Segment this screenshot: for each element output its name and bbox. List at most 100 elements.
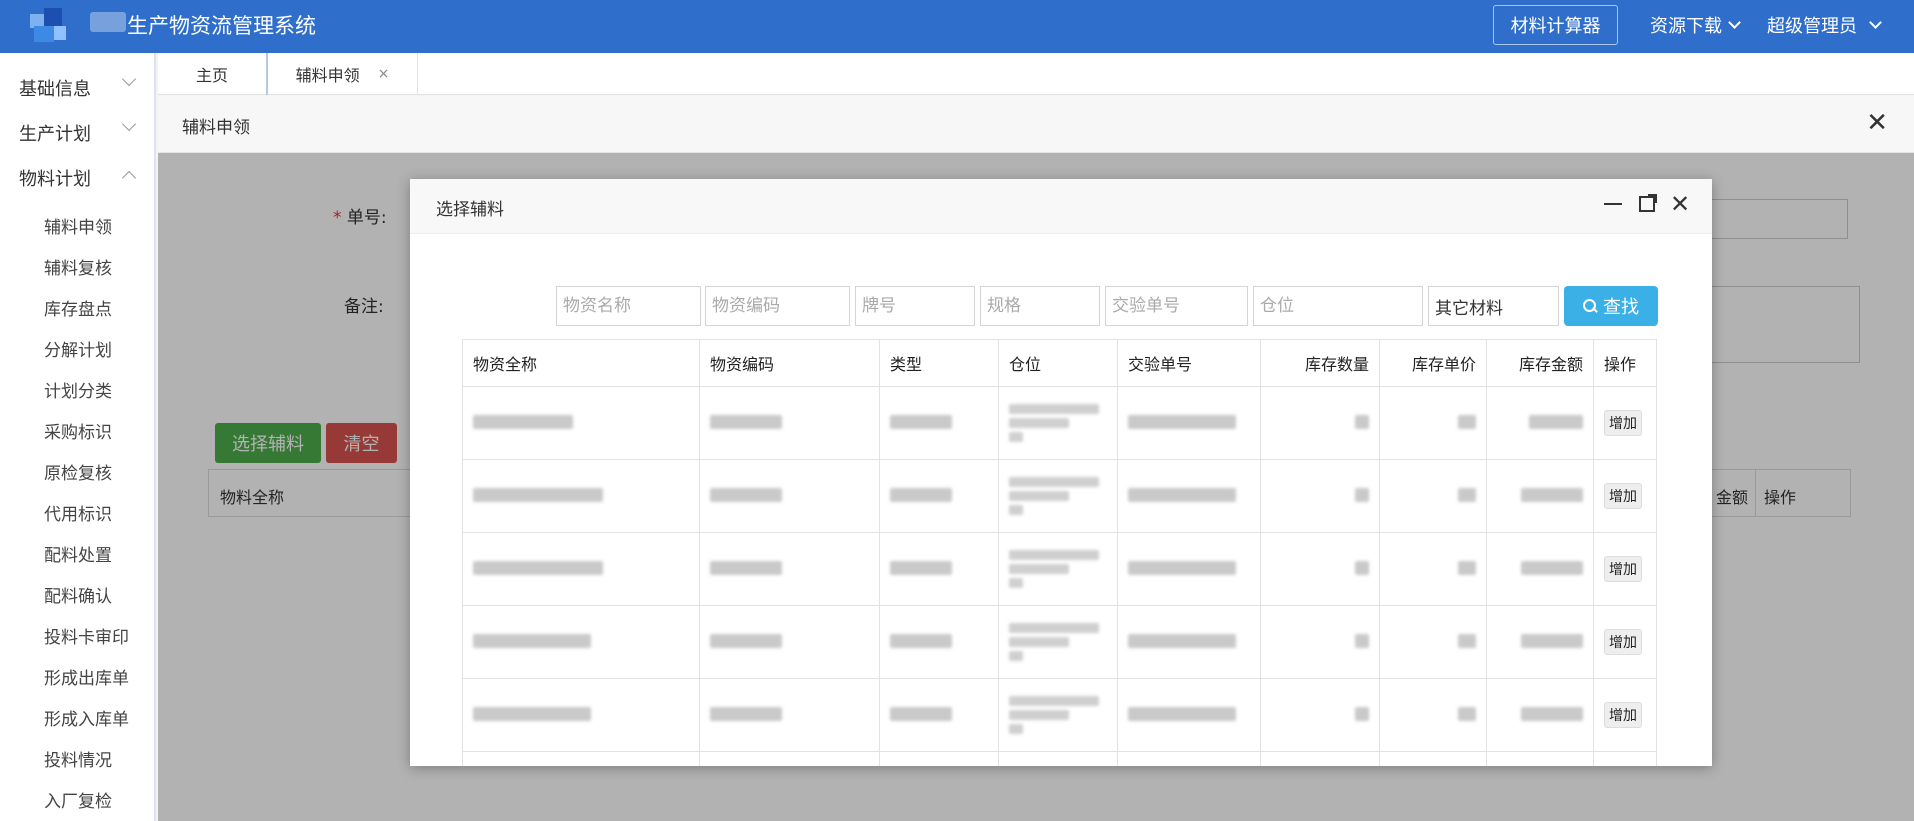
sidebar-item[interactable]: 形成出库单	[44, 664, 129, 689]
spec-input[interactable]	[980, 286, 1100, 326]
add-button[interactable]: 增加	[1604, 556, 1642, 582]
sidebar-item[interactable]: 投料卡审印	[44, 623, 129, 648]
inspection-no-input[interactable]	[1105, 286, 1248, 326]
dialog-title: 选择辅料	[436, 200, 504, 220]
table-row[interactable]: 增加	[462, 678, 1657, 752]
sidebar-group-label: 基础信息	[19, 79, 91, 100]
table-row[interactable]: 增加	[462, 386, 1657, 460]
redacted-cell	[1458, 487, 1476, 502]
tab-bar: 主页 辅料申领 ×	[158, 53, 1914, 95]
add-button[interactable]: 增加	[1604, 629, 1642, 655]
redacted-cell	[1529, 414, 1583, 429]
add-button[interactable]: 增加	[1604, 483, 1642, 509]
sidebar-item[interactable]: 入厂复检	[44, 787, 112, 812]
redacted-cell	[890, 414, 952, 429]
redacted-cell	[710, 487, 782, 502]
column-header: 物资全称	[462, 339, 700, 387]
logo	[24, 4, 72, 46]
redacted-cell	[1521, 633, 1583, 648]
column-header: 库存金额	[1486, 339, 1594, 387]
close-icon[interactable]: ✕	[1866, 108, 1888, 138]
redacted-cell	[473, 633, 591, 648]
redacted-cell	[1521, 706, 1583, 721]
resources-menu-label: 资源下载	[1650, 16, 1722, 37]
redacted-cell	[1458, 560, 1476, 575]
add-button[interactable]: 增加	[1604, 702, 1642, 728]
table-row[interactable]: 增加	[462, 605, 1657, 679]
close-icon[interactable]: ×	[378, 66, 390, 82]
redacted-cell	[1355, 560, 1369, 575]
redacted-cell	[473, 560, 603, 575]
redacted-cell	[890, 706, 952, 721]
grade-input[interactable]	[855, 286, 975, 326]
material-name-input[interactable]	[556, 286, 701, 326]
chevron-down-icon	[1728, 16, 1741, 29]
sidebar-item[interactable]: 配料确认	[44, 582, 112, 607]
close-icon[interactable]: ✕	[1667, 189, 1693, 219]
column-header: 物资编码	[699, 339, 880, 387]
add-button[interactable]: 增加	[1604, 410, 1642, 436]
dialog-header: 选择辅料 ✕	[410, 179, 1712, 234]
tab-material-request[interactable]: 辅料申领 ×	[268, 53, 418, 95]
sidebar-item[interactable]: 计划分类	[44, 377, 112, 402]
sidebar-item[interactable]: 原检复核	[44, 459, 112, 484]
sidebar-item[interactable]: 配料处置	[44, 541, 112, 566]
sidebar-item[interactable]: 形成入库单	[44, 705, 129, 730]
redacted-cell	[710, 633, 782, 648]
sidebar-item[interactable]: 代用标识	[44, 500, 112, 525]
column-header: 库存数量	[1260, 339, 1380, 387]
redacted-cell	[1128, 487, 1236, 502]
sidebar-item[interactable]: 库存盘点	[44, 295, 112, 320]
sidebar-item[interactable]: 分解计划	[44, 336, 112, 361]
tab-label: 辅料申领	[295, 66, 360, 85]
redacted-cell	[1128, 414, 1236, 429]
sidebar-item[interactable]: 辅料复核	[44, 254, 112, 279]
sidebar-item[interactable]: 采购标识	[44, 418, 112, 443]
chevron-down-icon	[1869, 16, 1882, 29]
location-input[interactable]	[1253, 286, 1423, 326]
redacted-cell	[473, 706, 591, 721]
category-select[interactable]	[1428, 286, 1559, 326]
redacted-cell	[1355, 487, 1369, 502]
redacted-cell	[1128, 560, 1236, 575]
table-row[interactable]: 增加	[462, 532, 1657, 606]
redacted-cell	[1458, 706, 1476, 721]
redacted-cell	[1355, 414, 1369, 429]
tab-label: 主页	[195, 66, 228, 85]
tab-home[interactable]: 主页	[158, 53, 268, 95]
search-button-label: 查找	[1603, 297, 1639, 318]
redacted-cell	[1128, 706, 1236, 721]
material-calculator-button[interactable]: 材料计算器	[1493, 5, 1618, 45]
redacted-cell	[890, 560, 952, 575]
search-button[interactable]: 查找	[1564, 286, 1658, 326]
sidebar-item[interactable]: 辅料申领	[44, 213, 112, 238]
redacted-cell	[710, 414, 782, 429]
search-icon	[1583, 299, 1597, 313]
column-header: 类型	[879, 339, 999, 387]
column-header: 交验单号	[1117, 339, 1261, 387]
redacted-cell	[710, 560, 782, 575]
redacted-cell	[1521, 560, 1583, 575]
resources-menu[interactable]: 资源下载	[1650, 12, 1741, 38]
redacted-cell	[1355, 633, 1369, 648]
sidebar-item[interactable]: 投料情况	[44, 746, 112, 771]
user-menu-label: 超级管理员	[1767, 16, 1857, 37]
material-code-input[interactable]	[705, 286, 850, 326]
table-row[interactable]: 增加	[462, 459, 1657, 533]
redacted-cell	[1458, 414, 1476, 429]
redacted-cell	[890, 633, 952, 648]
sidebar: 基础信息 生产计划 物料计划 辅料申领 辅料复核 库存盘点 分解计划 计划分类 …	[0, 53, 156, 821]
redacted-cell	[1128, 633, 1236, 648]
sidebar-group-basic-info[interactable]: 基础信息	[19, 71, 137, 101]
table-row[interactable]	[462, 751, 1657, 766]
sidebar-group-material-plan[interactable]: 物料计划	[19, 165, 137, 191]
sidebar-group-production-plan[interactable]: 生产计划	[19, 116, 137, 146]
column-header: 仓位	[998, 339, 1118, 387]
minimize-icon[interactable]	[1600, 189, 1626, 219]
redacted-logo-text	[90, 12, 126, 32]
maximize-icon[interactable]	[1634, 189, 1660, 219]
select-material-dialog: 选择辅料 ✕ 查找 物资全称 物资编码 类型 仓位 交验单号 库存数量 库存单价…	[410, 179, 1712, 766]
user-menu[interactable]: 超级管理员	[1767, 12, 1882, 38]
column-header: 操作	[1593, 339, 1657, 387]
redacted-cell	[1458, 633, 1476, 648]
